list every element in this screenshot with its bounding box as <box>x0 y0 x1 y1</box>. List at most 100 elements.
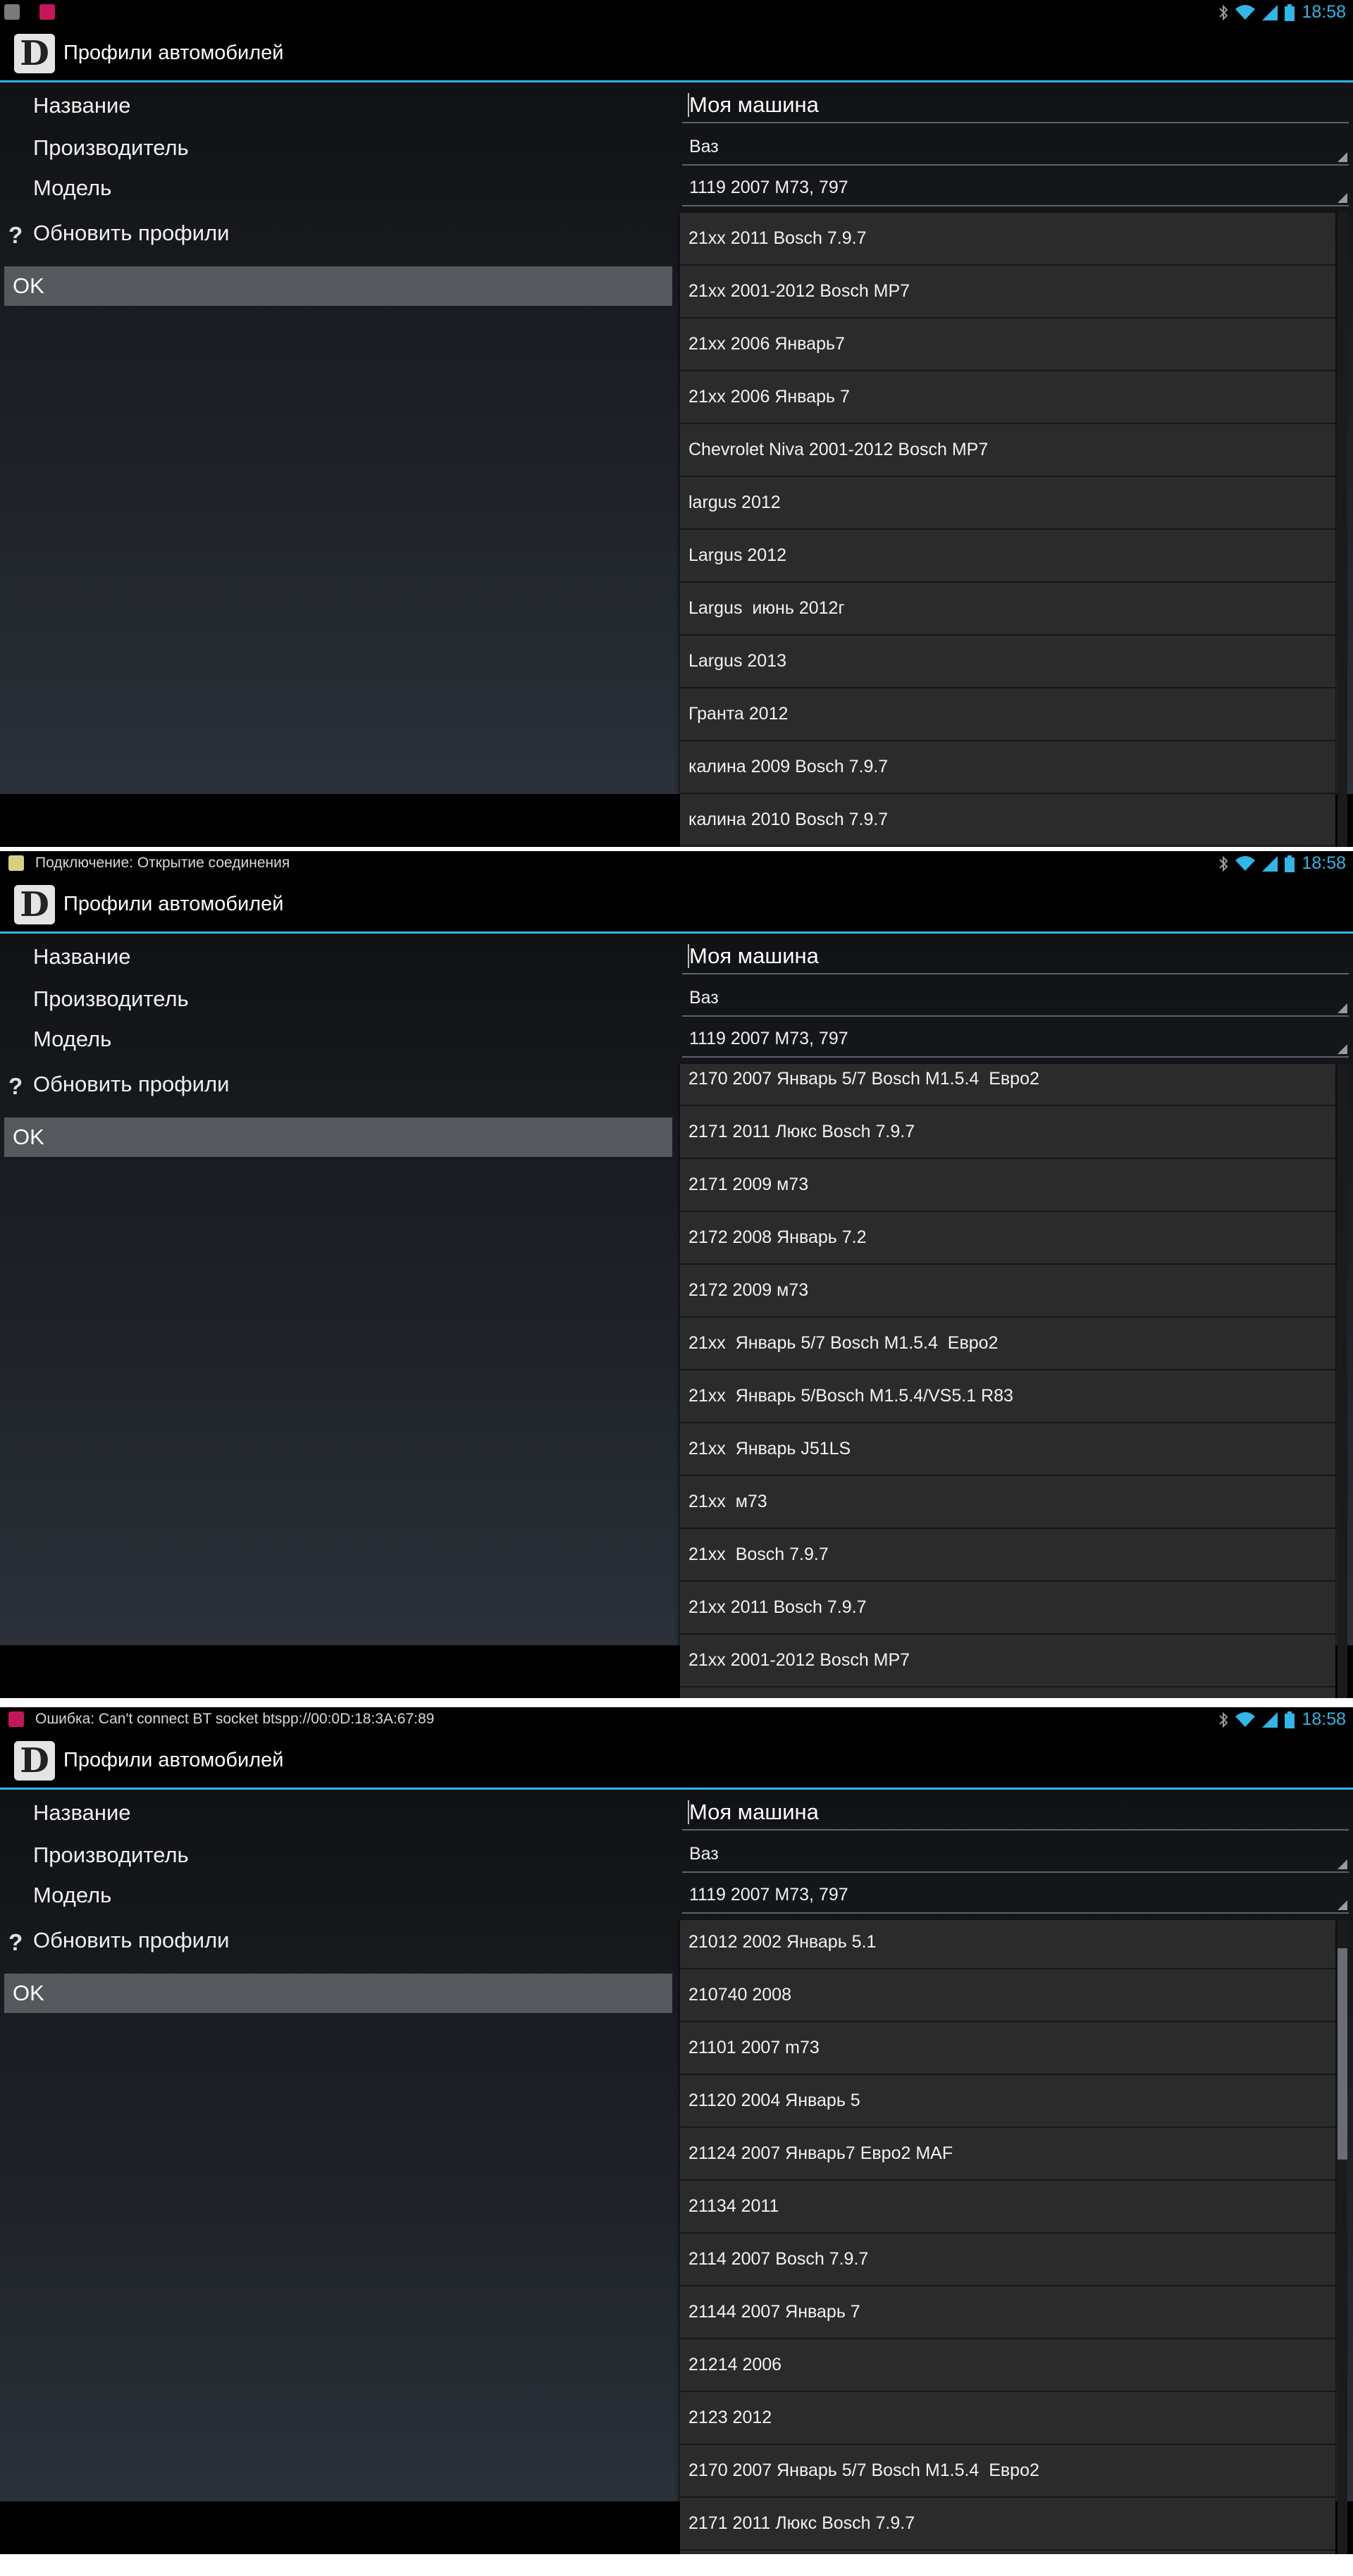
dropdown-item[interactable]: 2171 2011 Люкс Bosch 7.9.7 <box>680 2498 1335 2551</box>
app-icon-letter: D <box>20 1741 49 1781</box>
status-bar-right: 18:58 <box>1218 851 1346 876</box>
dropdown-item[interactable]: Largus 2012 <box>680 530 1335 583</box>
dropdown-item[interactable]: 21xx Январь 5/7 Bosch M1.5.4 Евро2 <box>680 1318 1335 1370</box>
signal-small-icon <box>4 4 20 20</box>
maker-spinner-value: Ваз <box>689 1844 719 1864</box>
status-bar-right: 18:58 <box>1218 1707 1346 1732</box>
name-label: Название <box>33 1800 131 1825</box>
model-dropdown-list[interactable]: 2170 2007 Январь 5/7 Bosch M1.5.4 Евро2 2… <box>680 1064 1335 1698</box>
spinner-arrow-icon <box>1337 1003 1347 1013</box>
dropdown-item[interactable]: Largus июнь 2012г <box>680 583 1335 636</box>
model-spinner[interactable]: 1119 2007 M73, 797 <box>682 1024 1349 1058</box>
model-dropdown-items: 2170 2007 Январь 5/7 Bosch M1.5.4 Евро2 2… <box>680 1064 1335 1688</box>
app-title: Профили автомобилей <box>63 1749 284 1771</box>
dropdown-item[interactable]: 21012 2002 Январь 5.1 <box>680 1920 1335 1969</box>
status-clock: 18:58 <box>1302 853 1346 873</box>
dropdown-item[interactable]: Гранта 2012 <box>680 688 1335 741</box>
ok-button[interactable]: OK <box>4 1117 672 1157</box>
dropdown-item[interactable]: 21120 2004 Январь 5 <box>680 2075 1335 2128</box>
dropdown-item[interactable]: 21xx 2006 Январь 7 <box>680 371 1335 424</box>
refresh-profiles-button[interactable]: Обновить профили <box>33 1926 229 1955</box>
dropdown-scrollbar[interactable] <box>1337 1920 1347 2554</box>
refresh-profiles-button[interactable]: Обновить профили <box>33 219 229 247</box>
name-input[interactable]: Моя машина <box>682 939 1349 974</box>
action-bar: D Профили автомобилей <box>0 25 1353 82</box>
model-spinner-value: 1119 2007 M73, 797 <box>689 1029 848 1048</box>
dropdown-item[interactable]: 21xx 2001-2012 Bosch MP7 <box>680 266 1335 318</box>
status-clock: 18:58 <box>1302 2 1346 22</box>
maker-label: Производитель <box>33 1843 189 1867</box>
dropdown-item[interactable]: 21xx 2006 Январь7 <box>680 318 1335 371</box>
profile-form: Название Производитель Модель ? Обновить… <box>0 934 1353 1698</box>
ok-button[interactable]: OK <box>4 1974 672 2013</box>
model-dropdown-list[interactable]: 21012 2002 Январь 5.1 210740 2008 21101 20… <box>680 1920 1335 2554</box>
dropdown-item[interactable]: 21xx 2011 Bosch 7.9.7 <box>680 213 1335 266</box>
refresh-profiles-button[interactable]: Обновить профили <box>33 1070 229 1098</box>
model-dropdown-list[interactable]: 21xx 2011 Bosch 7.9.7 21xx 2001-2012 Bosc… <box>680 213 1335 847</box>
model-dropdown-items: 21xx 2011 Bosch 7.9.7 21xx 2001-2012 Bosc… <box>680 213 1335 847</box>
name-input[interactable]: Моя машина <box>682 1795 1349 1831</box>
dropdown-item[interactable]: 2171 2009 м73 <box>680 1159 1335 1212</box>
dropdown-item[interactable]: калина 2010 Bosch 7.9.7 <box>680 794 1335 847</box>
dropdown-item[interactable]: калина 2009 Bosch 7.9.7 <box>680 741 1335 794</box>
spinner-arrow-icon <box>1337 1900 1347 1910</box>
app-icon[interactable]: D <box>14 1741 55 1781</box>
ok-button[interactable]: OK <box>4 266 672 306</box>
status-bar: 18:58 <box>0 0 1353 25</box>
dropdown-item[interactable]: 2170 2007 Январь 5/7 Bosch M1.5.4 Евро2 <box>680 2445 1335 2498</box>
dropdown-item[interactable]: 21101 2007 m73 <box>680 2022 1335 2075</box>
dropdown-item[interactable]: 21xx Январь J51LS <box>680 1423 1335 1476</box>
signal-icon <box>1262 4 1278 20</box>
dropdown-scrollbar[interactable] <box>1337 1064 1347 1698</box>
name-input[interactable]: Моя машина <box>682 88 1349 123</box>
maker-spinner[interactable]: Ваз <box>682 132 1349 166</box>
dropdown-item[interactable]: 21xx Январь 5/Bosch M1.5.4/VS5.1 R83 <box>680 1370 1335 1423</box>
status-bar: Подключение: Открытие соединения 18:58 <box>0 851 1353 876</box>
model-spinner[interactable]: 1119 2007 M73, 797 <box>682 1880 1349 1914</box>
name-input-value: Моя машина <box>689 943 819 968</box>
signal-icon <box>1262 1711 1278 1728</box>
dropdown-item[interactable]: 21xx 2001-2012 Bosch MP7 <box>680 1635 1335 1688</box>
dropdown-item[interactable]: 21xx м73 <box>680 1476 1335 1529</box>
maker-label: Производитель <box>33 986 189 1011</box>
app-title: Профили автомобилей <box>63 893 284 915</box>
maker-spinner[interactable]: Ваз <box>682 1839 1349 1873</box>
dropdown-item[interactable]: 2172 2009 м73 <box>680 1265 1335 1318</box>
wifi-icon <box>1235 855 1256 871</box>
dropdown-item[interactable]: 21xx Bosch 7.9.7 <box>680 1529 1335 1582</box>
wifi-icon <box>1235 1711 1256 1727</box>
dropdown-item[interactable]: 21134 2011 <box>680 2181 1335 2234</box>
text-cursor <box>688 1800 689 1824</box>
dropdown-item[interactable]: 21124 2007 Январь7 Евро2 MAF <box>680 2128 1335 2181</box>
status-bar-right: 18:58 <box>1218 0 1346 25</box>
screen-3: Ошибка: Can't connect BT socket btspp://… <box>0 1707 1353 2554</box>
dropdown-item[interactable]: 2123 2012 <box>680 2392 1335 2445</box>
dropdown-item[interactable]: 2172 2008 Январь 7.2 <box>680 1212 1335 1265</box>
app-icon[interactable]: D <box>14 34 55 73</box>
dropdown-item[interactable]: 2114 2007 Bosch 7.9.7 <box>680 2234 1335 2286</box>
dropdown-item[interactable]: 21144 2007 Январь 7 <box>680 2286 1335 2339</box>
dropdown-scrollbar[interactable] <box>1337 213 1347 847</box>
bluetooth-icon <box>1219 4 1228 20</box>
action-bar: D Профили автомобилей <box>0 1732 1353 1790</box>
status-bar: Ошибка: Can't connect BT socket btspp://… <box>0 1707 1353 1732</box>
dropdown-scrollbar-thumb[interactable] <box>1337 1948 1347 2160</box>
notification-text: Подключение: Открытие соединения <box>35 855 290 871</box>
dropdown-item[interactable]: largus 2012 <box>680 477 1335 530</box>
dropdown-item[interactable]: 2171 2011 Люкс Bosch 7.9.7 <box>680 1106 1335 1159</box>
dropdown-item[interactable]: 21xx 2011 Bosch 7.9.7 <box>680 1582 1335 1635</box>
screen-2: Подключение: Открытие соединения 18:58 D… <box>0 851 1353 1698</box>
profile-form: Название Производитель Модель ? Обновить… <box>0 1790 1353 2554</box>
dropdown-item[interactable]: 210740 2008 <box>680 1969 1335 2022</box>
dropdown-item[interactable]: Largus 2013 <box>680 636 1335 688</box>
model-spinner[interactable]: 1119 2007 M73, 797 <box>682 173 1349 206</box>
dropdown-item[interactable]: 2170 2007 Январь 5/7 Bosch M1.5.4 Евро2 <box>680 1064 1335 1106</box>
dropdown-item[interactable]: 21214 2006 <box>680 2339 1335 2392</box>
profile-form: Название Производитель Модель ? Обновить… <box>0 82 1353 847</box>
battery-icon <box>1285 855 1295 872</box>
maker-spinner-value: Ваз <box>689 988 719 1008</box>
maker-spinner[interactable]: Ваз <box>682 983 1349 1017</box>
app-icon[interactable]: D <box>14 885 55 924</box>
maker-label: Производитель <box>33 135 189 160</box>
dropdown-item[interactable]: Chevrolet Niva 2001-2012 Bosch MP7 <box>680 424 1335 477</box>
